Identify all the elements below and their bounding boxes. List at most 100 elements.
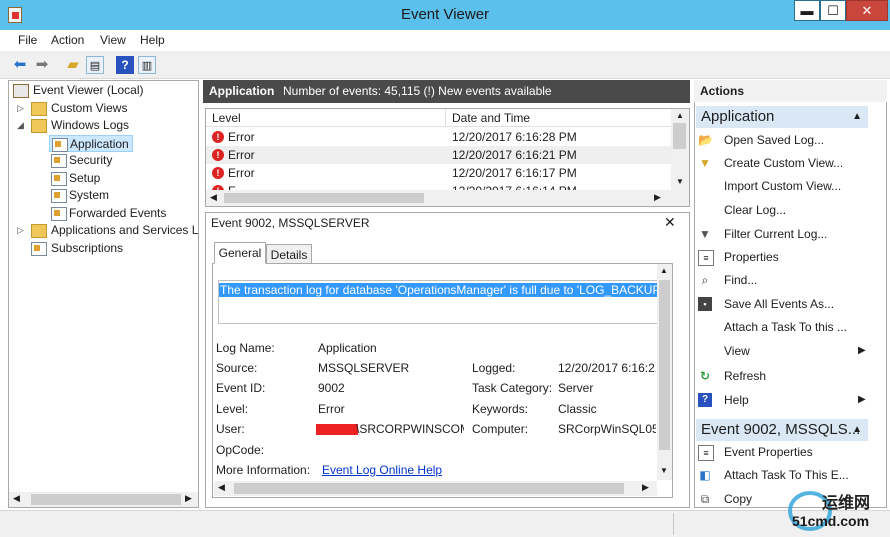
- table-row[interactable]: ! Error 12/20/2017 6:16:17 PM: [206, 164, 671, 182]
- left-horizontal-scrollbar[interactable]: ◀ ▶: [9, 492, 198, 507]
- log-header-title: Application: [209, 84, 275, 98]
- logged-value: 12/20/2017 6:16:21 P: [558, 361, 656, 375]
- tree-log-application[interactable]: Application: [49, 135, 133, 152]
- row-level: E: [228, 182, 236, 190]
- actions-section-event[interactable]: Event 9002, MSSQLS... ▲: [696, 419, 868, 441]
- find-icon: ⌕: [701, 273, 709, 287]
- tab-details[interactable]: Details: [266, 244, 312, 264]
- event-log-online-help-link[interactable]: Event Log Online Help: [322, 463, 442, 477]
- action-label: Import Custom View...: [724, 179, 842, 193]
- help-icon[interactable]: ?: [116, 56, 134, 74]
- computer-value: SRCorpWinSQL05.e: [558, 422, 656, 436]
- row-level: Error: [228, 148, 255, 162]
- table-row[interactable]: ! Error 12/20/2017 6:16:28 PM: [206, 128, 671, 146]
- menu-view[interactable]: View: [100, 33, 126, 47]
- source-label: Source:: [216, 361, 258, 375]
- action-label: Refresh: [724, 369, 767, 383]
- event-detail-title: Event 9002, MSSQLSERVER: [211, 216, 370, 230]
- menu-file[interactable]: File: [18, 33, 37, 47]
- scroll-thumb[interactable]: [224, 193, 424, 203]
- section-title: Event 9002, MSSQLS...: [701, 421, 861, 438]
- action-label: Create Custom View...: [724, 156, 844, 170]
- close-button[interactable]: ✕: [846, 0, 888, 21]
- detail-vertical-scrollbar[interactable]: ▲ ▼: [657, 264, 672, 480]
- scroll-thumb[interactable]: [659, 280, 670, 450]
- expand-arrow-icon[interactable]: ▷: [17, 222, 26, 239]
- tree-apps-services-label: Applications and Services Lo: [51, 223, 198, 237]
- scroll-up-icon[interactable]: ▲: [660, 266, 668, 275]
- scroll-right-icon[interactable]: ▶: [185, 493, 192, 504]
- scroll-thumb[interactable]: [673, 123, 686, 149]
- menu-help[interactable]: Help: [140, 33, 165, 47]
- scroll-down-icon[interactable]: ▼: [660, 466, 668, 475]
- column-header-level[interactable]: Level: [206, 109, 446, 127]
- event-viewer-icon: [13, 84, 29, 98]
- window-title: Event Viewer: [400, 6, 490, 23]
- section-title: Application: [701, 108, 775, 125]
- scroll-right-icon[interactable]: ▶: [642, 482, 649, 493]
- action-label: Properties: [724, 250, 779, 264]
- show-hide-action-pane-icon[interactable]: ▥: [138, 56, 156, 74]
- log-header: Application Number of events: 45,115 (!)…: [203, 80, 690, 103]
- close-detail-icon[interactable]: ✕: [664, 214, 676, 231]
- forward-arrow-icon[interactable]: ➡: [33, 56, 51, 74]
- detail-horizontal-scrollbar[interactable]: ◀ ▶: [214, 481, 657, 496]
- scroll-up-icon[interactable]: ▲: [676, 111, 684, 120]
- scroll-thumb[interactable]: [31, 494, 181, 505]
- scroll-down-icon[interactable]: ▼: [676, 177, 684, 186]
- watermark-logo: 运维网 51cmd.com: [780, 487, 890, 533]
- tree-apps-services[interactable]: ▷ Applications and Services Lo: [17, 222, 198, 239]
- error-icon: !: [212, 131, 224, 143]
- log-name-value: Application: [318, 341, 377, 355]
- refresh-icon: ↻: [699, 369, 711, 383]
- event-id-label: Event ID:: [216, 381, 266, 395]
- event-message-text[interactable]: The transaction log for database 'Operat…: [219, 283, 668, 297]
- scroll-right-icon[interactable]: ▶: [654, 192, 661, 203]
- scroll-left-icon[interactable]: ◀: [13, 493, 20, 504]
- action-label: Attach a Task To this ...: [724, 320, 847, 334]
- back-arrow-icon[interactable]: ⬅: [11, 56, 29, 74]
- row-level: Error: [228, 166, 255, 180]
- event-list-horizontal-scrollbar[interactable]: ◀ ▶: [206, 190, 689, 206]
- logged-label: Logged:: [472, 361, 516, 375]
- expand-arrow-icon[interactable]: ▷: [17, 100, 26, 117]
- row-level: Error: [228, 130, 255, 144]
- scroll-thumb[interactable]: [234, 483, 624, 494]
- error-icon: !: [212, 149, 224, 161]
- user-value: \SRCORPWINSCOM(: [356, 422, 464, 436]
- tree-log-label: System: [69, 188, 110, 202]
- table-row[interactable]: ! Error 12/20/2017 6:16:21 PM: [206, 146, 671, 164]
- folder-icon: [31, 224, 47, 238]
- minimize-button[interactable]: ▬: [794, 0, 820, 21]
- watermark-brand: 运维网: [822, 495, 871, 512]
- computer-label: Computer:: [472, 422, 529, 436]
- collapse-arrow-icon[interactable]: ◢: [17, 117, 26, 134]
- menu-bar: File Action View Help: [0, 30, 890, 51]
- task-category-label: Task Category:: [472, 381, 553, 395]
- keywords-label: Keywords:: [472, 402, 529, 416]
- properties-icon: ≡: [698, 445, 714, 461]
- task-category-value: Server: [558, 381, 594, 395]
- error-icon: !: [212, 167, 224, 179]
- menu-action[interactable]: Action: [51, 33, 84, 47]
- actions-section-application[interactable]: Application ▲: [696, 106, 868, 128]
- scroll-left-icon[interactable]: ◀: [210, 192, 217, 203]
- tree-log-label: Setup: [69, 171, 101, 185]
- maximize-button[interactable]: ☐: [820, 0, 846, 21]
- event-list-vertical-scrollbar[interactable]: ▲ ▼: [671, 109, 689, 190]
- collapse-caret-icon[interactable]: ▲: [852, 106, 862, 128]
- scroll-left-icon[interactable]: ◀: [218, 482, 225, 493]
- up-folder-icon[interactable]: ▰: [64, 56, 82, 74]
- column-header-date-time[interactable]: Date and Time: [446, 109, 671, 127]
- tab-general[interactable]: General: [214, 242, 266, 264]
- row-datetime: 12/20/2017 6:16:21 PM: [452, 148, 577, 162]
- log-header-info: Number of events: 45,115 (!) New events …: [283, 84, 552, 98]
- action-label: Save All Events As...: [724, 297, 835, 311]
- user-label: User:: [216, 422, 245, 436]
- event-id-value: 9002: [318, 381, 345, 395]
- action-label: Help: [724, 393, 749, 407]
- show-hide-console-tree-icon[interactable]: ▤: [86, 56, 104, 74]
- table-row[interactable]: ! E 12/20/2017 6:16:14 PM: [206, 182, 671, 190]
- level-value: Error: [318, 402, 345, 416]
- collapse-caret-icon[interactable]: ▲: [852, 419, 862, 441]
